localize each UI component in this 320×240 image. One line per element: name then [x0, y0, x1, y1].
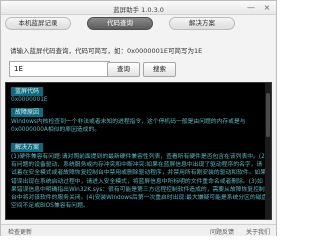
app-window: 蓝屏助手 1.0.3.0 — × 本机蓝屏记录 代码查询 解决方案 请输入蓝屏代…: [0, 0, 277, 236]
tab-local-bsod-records[interactable]: 本机蓝屏记录: [5, 17, 71, 30]
query-button[interactable]: 查询: [107, 62, 140, 77]
window-controls: — ×: [246, 3, 272, 12]
result-panel: 蓝屏代码 0x0000001E 故障原因 Windows内核检查到一个非法或者未…: [5, 82, 272, 220]
title-bar: 蓝屏助手 1.0.3.0 — ×: [1, 1, 276, 15]
result-scrollbar[interactable]: [265, 83, 271, 219]
close-button[interactable]: ×: [262, 3, 272, 12]
code-input[interactable]: 1E: [9, 61, 110, 77]
cause-text: Windows内核检查到一个非法或者未知的进程指令，这个停机码一般是由问题的内存…: [11, 119, 246, 134]
feedback-link[interactable]: 问题反馈: [210, 227, 234, 236]
minimize-button[interactable]: —: [246, 3, 256, 12]
solution-text: (1)硬件兼容有问题:请对照前面提到的最新硬件兼容性列表，查看所有硬件是否包含在…: [11, 154, 268, 210]
status-bar: 检查更新 问题反馈 关于我们: [1, 224, 276, 236]
tab-bar: 本机蓝屏记录 代码查询 解决方案: [5, 17, 235, 30]
cause-section-label: 故障原因: [11, 108, 44, 117]
query-prompt: 请输入蓝屏代码查询，代码可简写，如：0x0000001E可简写为1E: [10, 47, 203, 55]
scrollbar-thumb[interactable]: [266, 93, 270, 137]
solution-section-label: 解决方案: [11, 143, 44, 152]
tab-code-query[interactable]: 代码查询: [87, 17, 153, 30]
footer-links: 问题反馈 关于我们: [210, 227, 270, 236]
about-link[interactable]: 关于我们: [246, 227, 270, 236]
code-section-label: 蓝屏代码: [11, 87, 44, 96]
search-button[interactable]: 搜索: [143, 62, 176, 77]
tab-solutions[interactable]: 解决方案: [169, 17, 235, 30]
error-code-value: 0x0000001E: [11, 97, 48, 103]
check-update-link[interactable]: 检查更新: [8, 227, 32, 236]
window-title: 蓝屏助手 1.0.3.0: [113, 6, 164, 14]
